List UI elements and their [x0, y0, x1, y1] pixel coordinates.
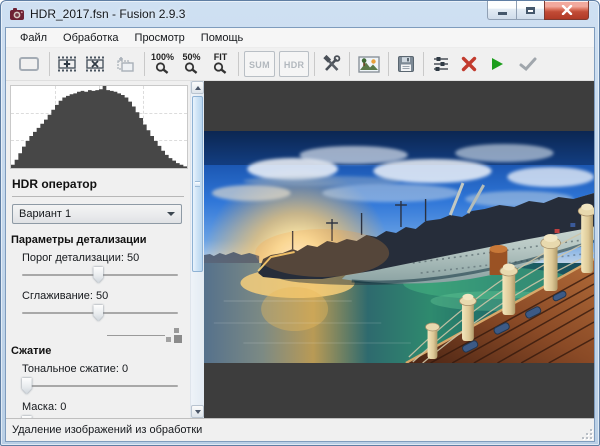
toolbar-separator — [144, 52, 145, 76]
menu-view[interactable]: Просмотр — [127, 29, 193, 47]
arrow-down-icon — [194, 409, 201, 414]
remove-images-button[interactable] — [82, 50, 108, 78]
chevron-down-icon — [167, 212, 175, 216]
resize-grip[interactable] — [581, 428, 592, 439]
toolbar-separator — [49, 52, 50, 76]
zoom-100-icon — [155, 62, 169, 74]
zoom-fit-icon — [213, 62, 227, 74]
sum-label: SUM — [249, 60, 270, 70]
threshold-slider[interactable] — [22, 266, 178, 284]
save-icon — [398, 56, 415, 72]
app-icon — [10, 8, 24, 20]
frame-tool-icon — [19, 57, 39, 71]
preview-image-icon — [358, 55, 381, 73]
settings-panel: HDR оператор Вариант 1 Параметры детализ… — [6, 81, 190, 418]
caption-buttons — [487, 1, 589, 20]
close-icon — [561, 5, 572, 15]
photo-preview[interactable] — [204, 131, 594, 363]
panel-scrollbar[interactable] — [190, 81, 204, 418]
toolbar: 100% 50% FIT SUM HDR — [6, 48, 594, 81]
apply-icon — [519, 57, 537, 72]
delete-button[interactable] — [456, 50, 482, 78]
window-title: HDR_2017.fsn - Fusion 2.9.3 — [30, 7, 186, 21]
tonal-slider[interactable] — [21, 377, 178, 395]
toolbar-separator — [423, 52, 425, 76]
compression-section-heading: Сжатие — [11, 345, 52, 357]
scrollbar-grip — [195, 181, 200, 187]
preview-image-button[interactable] — [354, 50, 384, 78]
minimize-button[interactable] — [487, 1, 516, 20]
apply-button[interactable] — [512, 50, 544, 78]
remove-images-icon — [86, 56, 104, 72]
histogram — [10, 85, 188, 169]
zoom-100-label: 100% — [150, 52, 175, 62]
scroll-down-button[interactable] — [191, 405, 204, 418]
add-images-icon — [58, 56, 76, 72]
add-images-button[interactable] — [54, 50, 80, 78]
run-icon — [492, 58, 504, 70]
tonal-slider-label: Тональное сжатие: 0 — [22, 363, 129, 375]
content-area: HDR оператор Вариант 1 Параметры детализ… — [6, 81, 594, 418]
menu-processing[interactable]: Обработка — [55, 29, 126, 47]
run-button[interactable] — [484, 50, 510, 78]
slider-thumb[interactable] — [93, 305, 104, 321]
zoom-fit-button[interactable]: FIT — [207, 50, 234, 78]
zoom-50-button[interactable]: 50% — [178, 50, 205, 78]
splitter-line — [107, 335, 165, 336]
save-button[interactable] — [393, 50, 419, 78]
frame-tool-button[interactable] — [13, 50, 45, 78]
tools-icon — [323, 55, 341, 71]
threshold-slider-label: Порог детализации: 50 — [22, 252, 140, 264]
smoothing-slider-label: Сглаживание: 50 — [22, 290, 109, 302]
close-button[interactable] — [544, 1, 589, 20]
zoom-fit-label: FIT — [213, 52, 228, 62]
sum-button[interactable]: SUM — [244, 51, 275, 77]
menubar: Файл Обработка Просмотр Помощь — [6, 28, 594, 48]
mask-slider-label: Маска: 0 — [22, 401, 67, 413]
scroll-up-button[interactable] — [191, 81, 204, 94]
zoom-50-label: 50% — [182, 52, 201, 62]
maximize-icon — [526, 6, 535, 14]
arrow-up-icon — [194, 85, 201, 90]
splitter-square — [174, 328, 179, 333]
splitter-square — [166, 337, 171, 342]
splitter-square — [174, 335, 182, 343]
zoom-100-button[interactable]: 100% — [149, 50, 176, 78]
zoom-50-icon — [184, 62, 198, 74]
align-images-icon — [117, 57, 134, 72]
menu-help[interactable]: Помощь — [193, 29, 252, 47]
detail-section-heading: Параметры детализации — [11, 234, 147, 246]
hdr-label: HDR — [283, 60, 305, 70]
tools-button[interactable] — [319, 50, 345, 78]
status-text: Удаление изображений из обработки — [12, 424, 203, 436]
variant-select[interactable]: Вариант 1 — [12, 204, 182, 224]
app-window: HDR_2017.fsn - Fusion 2.9.3 Файл Обработ… — [0, 0, 600, 446]
slider-thumb[interactable] — [93, 267, 104, 283]
adjustments-button[interactable] — [428, 50, 454, 78]
maximize-button[interactable] — [516, 1, 544, 20]
histogram-plot — [11, 86, 187, 168]
hdr-operator-heading: HDR оператор — [12, 177, 184, 197]
adjustments-icon — [434, 57, 449, 71]
statusbar: Удаление изображений из обработки — [6, 418, 594, 441]
section-splitter[interactable] — [6, 328, 182, 343]
toolbar-separator — [349, 52, 351, 76]
smoothing-slider[interactable] — [22, 304, 178, 322]
toolbar-separator — [388, 52, 390, 76]
image-canvas[interactable] — [204, 81, 594, 418]
align-images-button[interactable] — [110, 50, 140, 78]
toolbar-separator — [238, 52, 239, 76]
slider-thumb[interactable] — [21, 378, 32, 394]
client-area: Файл Обработка Просмотр Помощь 100% 50% … — [5, 27, 595, 442]
scrollbar-thumb[interactable] — [192, 96, 203, 272]
toolbar-separator — [314, 52, 316, 76]
menu-file[interactable]: Файл — [12, 29, 55, 47]
slider-track[interactable] — [22, 385, 178, 387]
hdr-button[interactable]: HDR — [278, 51, 310, 77]
scrollbar-track[interactable] — [191, 94, 204, 405]
minimize-icon — [497, 12, 507, 15]
delete-icon — [462, 56, 477, 72]
variant-value: Вариант 1 — [19, 208, 72, 220]
